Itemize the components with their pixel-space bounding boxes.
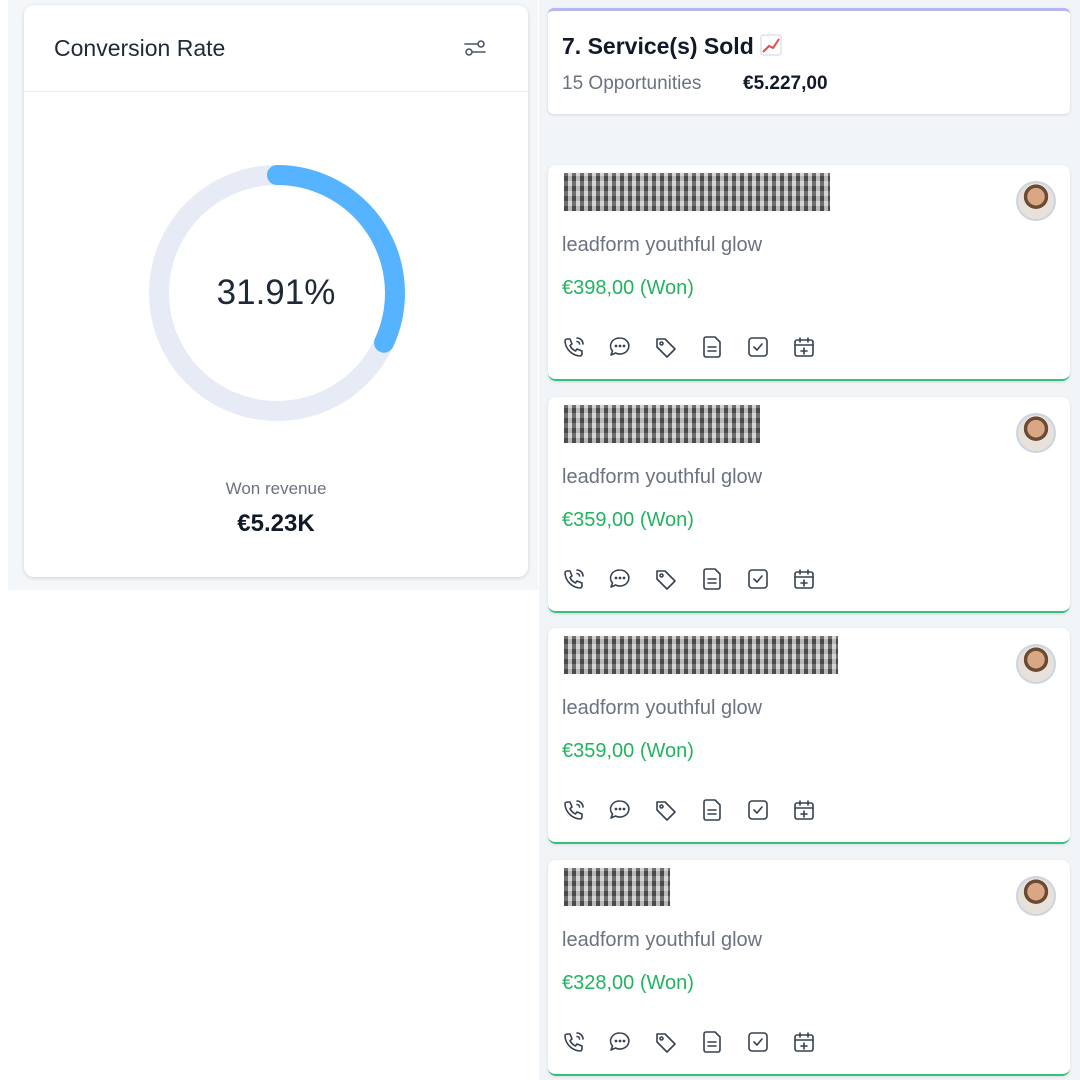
opportunity-card[interactable]: leadform youthful glow €359,00 (Won) xyxy=(548,628,1070,844)
phone-icon[interactable] xyxy=(562,1030,586,1054)
card-header: Conversion Rate xyxy=(24,5,528,92)
pipeline-stage-header: 7. Service(s) Sold 15 Opportunities €5.2… xyxy=(548,8,1070,114)
conversion-rate-card: Conversion Rate 31.91% Won revenue €5.23… xyxy=(24,5,528,577)
phone-icon[interactable] xyxy=(562,798,586,822)
tag-icon[interactable] xyxy=(654,567,678,591)
calendar-add-icon[interactable] xyxy=(792,798,816,822)
chat-icon[interactable] xyxy=(608,567,632,591)
opportunity-source: leadform youthful glow xyxy=(562,697,763,719)
opportunity-card[interactable]: leadform youthful glow €359,00 (Won) xyxy=(548,397,1070,613)
note-icon[interactable] xyxy=(700,567,724,591)
card-actions xyxy=(562,1030,816,1054)
chat-icon[interactable] xyxy=(608,1030,632,1054)
note-icon[interactable] xyxy=(700,798,724,822)
stage-total-value: €5.227,00 xyxy=(743,73,828,94)
assigned-user-avatar[interactable] xyxy=(1016,181,1056,221)
opportunity-value: €328,00 (Won) xyxy=(562,972,694,994)
note-icon[interactable] xyxy=(700,335,724,359)
won-revenue-label: Won revenue xyxy=(225,479,327,498)
opportunity-value: €359,00 (Won) xyxy=(562,740,694,762)
filter-settings-icon[interactable] xyxy=(462,35,488,61)
opportunity-value: €398,00 (Won) xyxy=(562,277,694,299)
tag-icon[interactable] xyxy=(654,335,678,359)
assigned-user-avatar[interactable] xyxy=(1016,644,1056,684)
card-actions xyxy=(562,798,816,822)
stage-opportunity-count: 15 Opportunities xyxy=(562,73,702,94)
won-revenue-value: €5.23K xyxy=(237,510,315,537)
contact-name-redacted xyxy=(564,636,838,674)
stage-title-text: 7. Service(s) Sold xyxy=(562,33,754,59)
opportunity-value: €359,00 (Won) xyxy=(562,509,694,531)
assigned-user-avatar[interactable] xyxy=(1016,876,1056,916)
task-icon[interactable] xyxy=(746,335,770,359)
note-icon[interactable] xyxy=(700,1030,724,1054)
opportunity-card[interactable]: leadform youthful glow €328,00 (Won) xyxy=(548,860,1070,1076)
tag-icon[interactable] xyxy=(654,1030,678,1054)
calendar-add-icon[interactable] xyxy=(792,567,816,591)
phone-icon[interactable] xyxy=(562,567,586,591)
task-icon[interactable] xyxy=(746,798,770,822)
opportunity-source: leadform youthful glow xyxy=(562,929,763,951)
opportunity-source: leadform youthful glow xyxy=(562,466,763,488)
contact-name-redacted xyxy=(564,405,760,443)
task-icon[interactable] xyxy=(746,1030,770,1054)
task-icon[interactable] xyxy=(746,567,770,591)
chart-increasing-icon xyxy=(760,34,782,62)
chat-icon[interactable] xyxy=(608,335,632,359)
card-actions xyxy=(562,567,816,591)
contact-name-redacted xyxy=(564,868,670,906)
stage-title: 7. Service(s) Sold xyxy=(562,33,782,62)
calendar-add-icon[interactable] xyxy=(792,1030,816,1054)
opportunity-source: leadform youthful glow xyxy=(562,234,763,256)
card-actions xyxy=(562,335,816,359)
opportunity-card[interactable]: leadform youthful glow €398,00 (Won) xyxy=(548,165,1070,381)
chat-icon[interactable] xyxy=(608,798,632,822)
phone-icon[interactable] xyxy=(562,335,586,359)
card-title: Conversion Rate xyxy=(54,35,226,61)
contact-name-redacted xyxy=(564,173,830,211)
conversion-rate-value: 31.91% xyxy=(216,273,336,312)
assigned-user-avatar[interactable] xyxy=(1016,413,1056,453)
tag-icon[interactable] xyxy=(654,798,678,822)
calendar-add-icon[interactable] xyxy=(792,335,816,359)
